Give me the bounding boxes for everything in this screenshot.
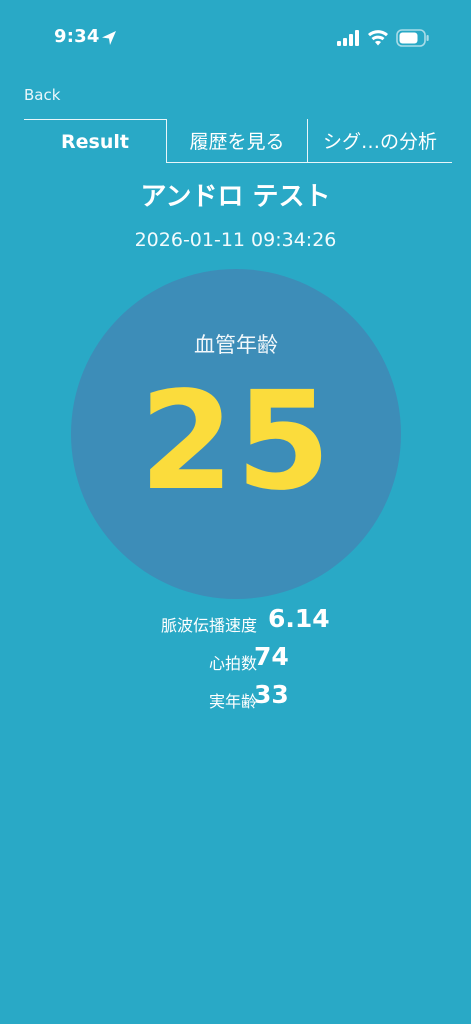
location-arrow-icon: [102, 31, 116, 45]
vascular-age-label: 血管年齢: [194, 333, 278, 357]
metric-row-heart-rate: 心拍数 74: [0, 642, 471, 678]
tab-signal-analysis[interactable]: シグ…の分析: [307, 119, 452, 163]
metric-value: 6.14: [268, 604, 330, 633]
tab-result[interactable]: Result: [24, 119, 166, 163]
metric-value: 33: [254, 680, 289, 709]
metric-label: 脈波伝播速度: [160, 616, 257, 635]
metric-label: 実年齢: [208, 692, 257, 711]
vascular-age-circle: 血管年齢 25: [71, 269, 401, 599]
tab-bar: Result 履歴を見る シグ…の分析: [24, 119, 452, 163]
measurement-timestamp: 2026-01-11 09:34:26: [134, 229, 337, 251]
page-title: アンドロ テスト: [140, 182, 331, 212]
status-time: 9:34: [54, 26, 100, 47]
status-bar: 9:34: [0, 0, 471, 76]
vascular-age-value: 25: [139, 363, 333, 521]
battery-icon: [396, 29, 429, 47]
metric-row-actual-age: 実年齢 33: [0, 680, 471, 716]
metric-row-pwv: 脈波伝播速度 6.14: [0, 604, 471, 640]
metric-value: 74: [254, 642, 289, 671]
tab-history[interactable]: 履歴を見る: [166, 119, 307, 163]
wifi-icon: [368, 30, 388, 46]
cellular-signal-icon: [337, 30, 359, 46]
back-button[interactable]: Back: [24, 86, 60, 104]
metric-label: 心拍数: [208, 654, 257, 673]
